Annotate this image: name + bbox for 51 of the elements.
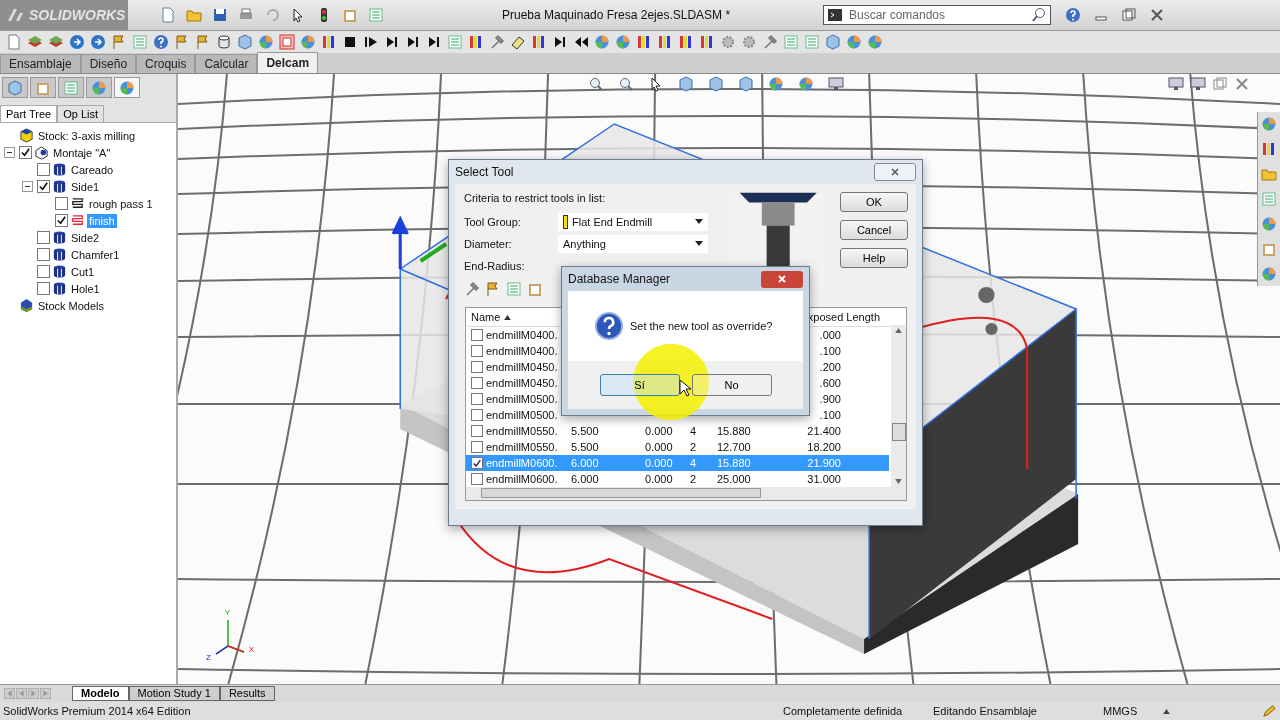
table-cell: endmillM0500. <box>486 409 558 421</box>
table-cell: endmillM0450. <box>486 377 558 389</box>
dialog-title: Database Manager <box>568 272 671 286</box>
table-cell: 2 <box>690 441 697 453</box>
table-cell: 18.200 <box>807 441 841 453</box>
axis-label: Z <box>206 653 211 662</box>
dialog-title: Select Tool <box>455 165 514 179</box>
field-label: Diameter: <box>464 237 513 250</box>
table-cell: 0.000 <box>645 441 673 453</box>
table-cell: 25.000 <box>717 473 751 485</box>
table-cell: 6.000 <box>571 473 599 485</box>
dialog-message: Set the new tool as override? <box>630 320 773 332</box>
table-cell: endmillM0500. <box>486 393 558 405</box>
table-cell: endmillM0550. <box>486 441 558 453</box>
table-cell: 0.000 <box>645 457 673 469</box>
field-label: End-Radius: <box>464 259 526 272</box>
table-cell: 6.000 <box>571 457 599 469</box>
table-cell: 21.900 <box>807 457 841 469</box>
table-cell: 0.000 <box>645 473 673 485</box>
status-text: Editando Ensamblaje <box>933 705 1038 717</box>
table-cell: 2 <box>690 473 697 485</box>
table-cell: .600 <box>819 377 841 389</box>
table-cell: endmillM0400. <box>486 345 558 357</box>
table-cell: .100 <box>819 345 841 357</box>
field-label: Tool Group: <box>464 215 522 228</box>
window-title: Prueba Maquinado Fresa 2ejes.SLDASM * <box>502 8 732 22</box>
axis-label: X <box>248 645 254 654</box>
table-cell: 15.880 <box>717 457 751 469</box>
table-cell: .100 <box>819 409 841 421</box>
table-cell: 4 <box>690 425 697 437</box>
table-cell: .000 <box>819 329 841 341</box>
criteria-label: Criteria to restrict tools in list: <box>464 192 607 204</box>
table-cell: 4 <box>690 457 697 469</box>
table-cell: 12.700 <box>717 441 751 453</box>
table-cell: endmillM0600. <box>486 473 558 485</box>
axis-label: Y <box>225 608 231 617</box>
table-cell: .900 <box>819 393 841 405</box>
table-cell: 31.000 <box>807 473 841 485</box>
table-cell: 0.000 <box>645 425 673 437</box>
table-cell: endmillM0600. <box>486 457 558 469</box>
status-text: Completamente definida <box>783 705 904 717</box>
app-logo-text: SOLIDWORKS <box>29 7 126 23</box>
table-cell: 15.880 <box>717 425 751 437</box>
table-cell: endmillM0550. <box>486 425 558 437</box>
table-cell: endmillM0450. <box>486 361 558 373</box>
status-text: SolidWorks Premium 2014 x64 Edition <box>3 705 192 717</box>
table-cell: 5.500 <box>571 441 599 453</box>
table-cell: 5.500 <box>571 425 599 437</box>
table-cell: .200 <box>819 361 841 373</box>
table-cell: endmillM0400. <box>486 329 558 341</box>
table-cell: 21.400 <box>807 425 841 437</box>
